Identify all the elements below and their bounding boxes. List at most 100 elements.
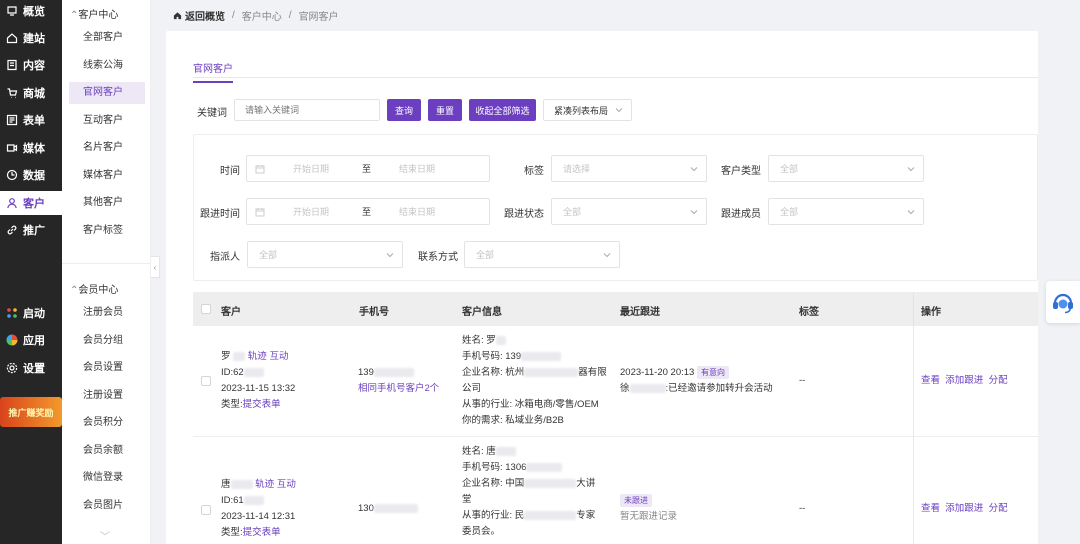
col-tags: 标签 <box>799 307 819 318</box>
launch-icon <box>6 307 18 319</box>
customer-service-button[interactable] <box>1046 281 1080 323</box>
assignee-select[interactable]: 全部 <box>247 241 403 268</box>
view-button[interactable]: 查看 <box>921 375 940 386</box>
subnav-register-settings[interactable]: 注册设置 <box>69 385 145 407</box>
add-follow-button[interactable]: 添加跟进 <box>945 375 983 386</box>
collapse-filters-button[interactable]: 收起全部筛选 <box>469 99 536 121</box>
follow-status-select[interactable]: 全部 <box>551 198 707 225</box>
main-nav: 概览 建站 内容 商城 表单 媒体 数据 客户 推广 启动 应用 设置 推广赚奖… <box>0 0 62 544</box>
back-to-overview-link[interactable]: 返回概览 <box>173 8 225 23</box>
tag-select[interactable]: 请选择 <box>551 155 707 182</box>
nav-item-media[interactable]: 媒体 <box>0 136 62 160</box>
nav-item-mall[interactable]: 商城 <box>0 81 62 105</box>
select-all-checkbox[interactable] <box>201 304 211 314</box>
subnav-member-groups[interactable]: 会员分组 <box>69 330 145 352</box>
video-icon <box>6 142 18 154</box>
subnav-member-points[interactable]: 会员积分 <box>69 412 145 434</box>
chevron-down-icon <box>690 167 698 172</box>
subnav-member-images[interactable]: 会员图片 <box>69 495 145 517</box>
col-recent-follow: 最近跟进 <box>620 307 660 318</box>
apps-icon <box>6 334 18 346</box>
nav-item-settings[interactable]: 设置 <box>0 356 62 380</box>
customer-type-select[interactable]: 全部 <box>768 155 924 182</box>
subnav-interactive-customers[interactable]: 互动客户 <box>69 110 145 132</box>
subnav-other-customers[interactable]: 其他客户 <box>69 192 145 214</box>
assign-button[interactable]: 分配 <box>989 503 1008 514</box>
chevron-down-icon[interactable]: ﹀ <box>100 528 110 543</box>
keyword-input[interactable] <box>234 99 380 121</box>
breadcrumb-customer-center[interactable]: 客户中心 <box>242 8 282 23</box>
contact-label: 联系方式 <box>418 252 458 263</box>
subnav-customer-tags[interactable]: 客户标签 <box>69 220 145 242</box>
breadcrumb: 返回概览 / 客户中心 / 官网客户 <box>173 8 339 23</box>
subnav-member-balance[interactable]: 会员余额 <box>69 440 145 462</box>
subnav-card-customers[interactable]: 名片客户 <box>69 137 145 159</box>
row-checkbox[interactable] <box>201 505 211 515</box>
group-customer-center[interactable]: ⌃客户中心 <box>70 6 118 21</box>
time-label: 时间 <box>220 166 240 177</box>
interact-link[interactable]: 互动 <box>269 351 288 362</box>
nav-item-launch[interactable]: 启动 <box>0 301 62 325</box>
keyword-label: 关键词 <box>197 108 227 119</box>
interact-link[interactable]: 互动 <box>277 479 296 490</box>
follow-cell: 2023-11-20 20:13 有意向 徐:已经邀请参加转升会活动 <box>620 366 773 394</box>
content-icon <box>6 59 18 71</box>
table-row: 罗 轨迹 互动 ID:62 2023-11-15 13:32 类型:提交表单 1… <box>193 326 1038 437</box>
query-button[interactable]: 查询 <box>387 99 421 121</box>
tab-divider <box>193 77 1038 78</box>
follow-time-label: 跟进时间 <box>200 209 240 220</box>
headset-icon <box>1053 293 1073 314</box>
data-icon <box>6 169 18 181</box>
subnav-member-settings[interactable]: 会员设置 <box>69 357 145 379</box>
reset-button[interactable]: 重置 <box>428 99 462 121</box>
nav-item-apps[interactable]: 应用 <box>0 328 62 352</box>
follow-time-range-picker[interactable]: 开始日期 至 结束日期 <box>246 198 490 225</box>
nav-item-form[interactable]: 表单 <box>0 108 62 132</box>
follow-member-label: 跟进成员 <box>721 209 761 220</box>
calendar-icon <box>255 165 265 174</box>
contact-select[interactable]: 全部 <box>464 241 620 268</box>
tag-label: 标签 <box>524 166 544 177</box>
subnav-leads-pool[interactable]: 线索公海 <box>69 55 145 77</box>
group-member-center[interactable]: ⌃会员中心 <box>70 281 118 296</box>
time-range-picker[interactable]: 开始日期 至 结束日期 <box>246 155 490 182</box>
phone-cell: 130 <box>358 501 418 517</box>
collapse-sidebar-button[interactable]: ‹ <box>151 256 160 278</box>
subnav-registered-members[interactable]: 注册会员 <box>69 302 145 324</box>
assign-button[interactable]: 分配 <box>989 375 1008 386</box>
subnav-wechat-login[interactable]: 微信登录 <box>69 467 145 489</box>
type-link[interactable]: 提交表单 <box>243 527 281 538</box>
nav-item-content[interactable]: 内容 <box>0 53 62 77</box>
tab-website-customers[interactable]: 官网客户 <box>193 60 233 83</box>
info-cell: 姓名: 唐 手机号码: 1306 企业名称: 中国 大讲 堂 从事的行业: 民专家… <box>462 446 596 537</box>
layout-select[interactable]: 紧凑列表布局 <box>543 99 632 121</box>
nav-item-promotion[interactable]: 推广 <box>0 218 62 242</box>
view-button[interactable]: 查看 <box>921 503 940 514</box>
subnav-all-customers[interactable]: 全部客户 <box>69 27 145 49</box>
nav-item-data[interactable]: 数据 <box>0 163 62 187</box>
same-phone-link[interactable]: 相同手机号客户2个 <box>358 381 439 397</box>
status-badge: 未跟进 <box>620 494 652 507</box>
gear-icon <box>6 362 18 374</box>
follow-cell: 未跟进 暂无跟进记录 <box>620 494 678 522</box>
chevron-down-icon <box>386 253 394 258</box>
type-link[interactable]: 提交表单 <box>243 399 281 410</box>
follow-status-label: 跟进状态 <box>504 209 544 220</box>
subnav-website-customers[interactable]: 官网客户 <box>69 82 145 104</box>
divider <box>913 292 914 326</box>
row-checkbox[interactable] <box>201 376 211 386</box>
col-info: 客户信息 <box>462 307 502 318</box>
follow-member-select[interactable]: 全部 <box>768 198 924 225</box>
content-card: 官网客户 关键词 查询 重置 收起全部筛选 紧凑列表布局 时间 开始日期 至 结… <box>166 31 1038 544</box>
subnav-media-customers[interactable]: 媒体客户 <box>69 165 145 187</box>
trail-link[interactable]: 轨迹 <box>255 479 274 490</box>
add-follow-button[interactable]: 添加跟进 <box>945 503 983 514</box>
promo-banner[interactable]: 推广赚奖励 <box>0 397 62 427</box>
nav-item-customer[interactable]: 客户 <box>0 191 62 215</box>
nav-item-site[interactable]: 建站 <box>0 26 62 50</box>
nav-item-overview[interactable]: 概览 <box>0 0 62 23</box>
chevron-down-icon <box>907 167 915 172</box>
trail-link[interactable]: 轨迹 <box>248 351 267 362</box>
info-cell: 姓名: 罗 手机号码: 139 企业名称: 杭州 器有限 公司 从事的行业: 冰箱… <box>462 335 607 426</box>
calendar-icon <box>255 208 265 217</box>
